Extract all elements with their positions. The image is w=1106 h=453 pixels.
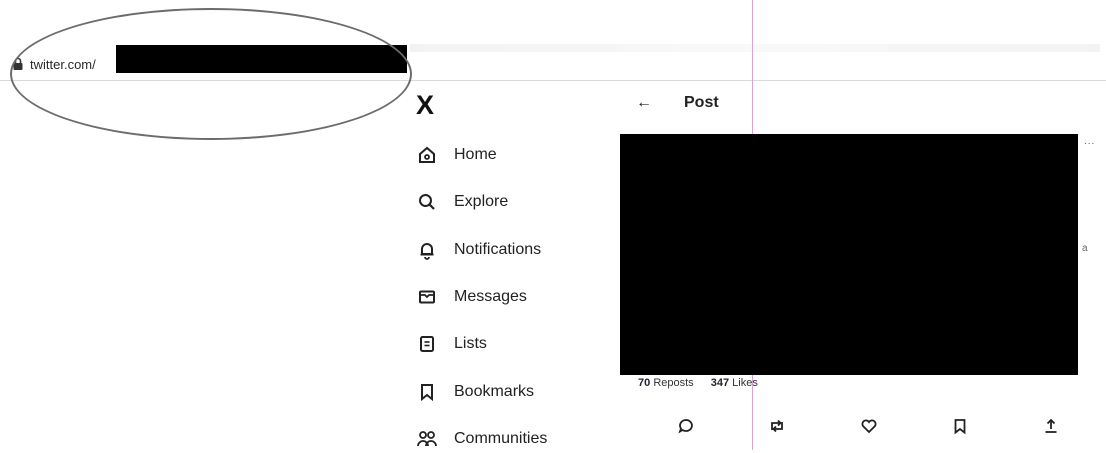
sidebar-item-label: Home [454,146,497,163]
likes-stat[interactable]: 347 Likes [711,377,758,389]
sidebar-item-home[interactable]: Home [416,141,497,169]
likes-label: Likes [732,377,758,389]
sidebar-item-label: Messages [454,288,527,305]
sidebar-item-bookmarks[interactable]: Bookmarks [416,378,534,406]
address-bar-background [410,44,1100,52]
share-icon[interactable] [1041,416,1061,436]
like-icon[interactable] [859,416,879,436]
annotation-ellipse [10,8,412,140]
sidebar-item-messages[interactable]: Messages [416,283,527,311]
search-icon [416,191,438,213]
communities-icon [416,428,438,450]
sidebar-item-lists[interactable]: Lists [416,330,487,358]
bookmark-icon[interactable] [950,416,970,436]
list-icon [416,333,438,355]
page-title: Post [684,94,719,111]
back-arrow-icon[interactable]: ← [636,94,652,112]
bookmark-icon [416,381,438,403]
sidebar-item-explore[interactable]: Explore [416,188,508,216]
x-logo-icon[interactable]: X [416,92,442,119]
sidebar-item-communities[interactable]: Communities [416,425,547,453]
sidebar-item-label: Communities [454,430,548,447]
reposts-count: 70 [638,377,651,389]
sidebar-item-label: Notifications [454,241,542,258]
envelope-icon [416,286,438,308]
home-icon [416,144,438,166]
sidebar-item-label: Bookmarks [454,383,535,400]
reposts-stat[interactable]: 70 Reposts [638,377,697,389]
post-stats: 70 Reposts 347 Likes [638,377,772,389]
more-options-icon[interactable]: ... [1084,136,1095,147]
stray-text: a [1082,243,1088,254]
repost-icon[interactable] [767,416,787,436]
sidebar-item-notifications[interactable]: Notifications [416,236,541,264]
bell-icon [416,239,438,261]
likes-count: 347 [710,377,730,389]
reply-icon[interactable] [676,416,696,436]
post-content-redaction [620,134,1078,375]
sidebar-item-label: Explore [454,193,509,210]
reposts-label: Reposts [653,377,694,389]
sidebar-item-label: Lists [454,335,487,352]
